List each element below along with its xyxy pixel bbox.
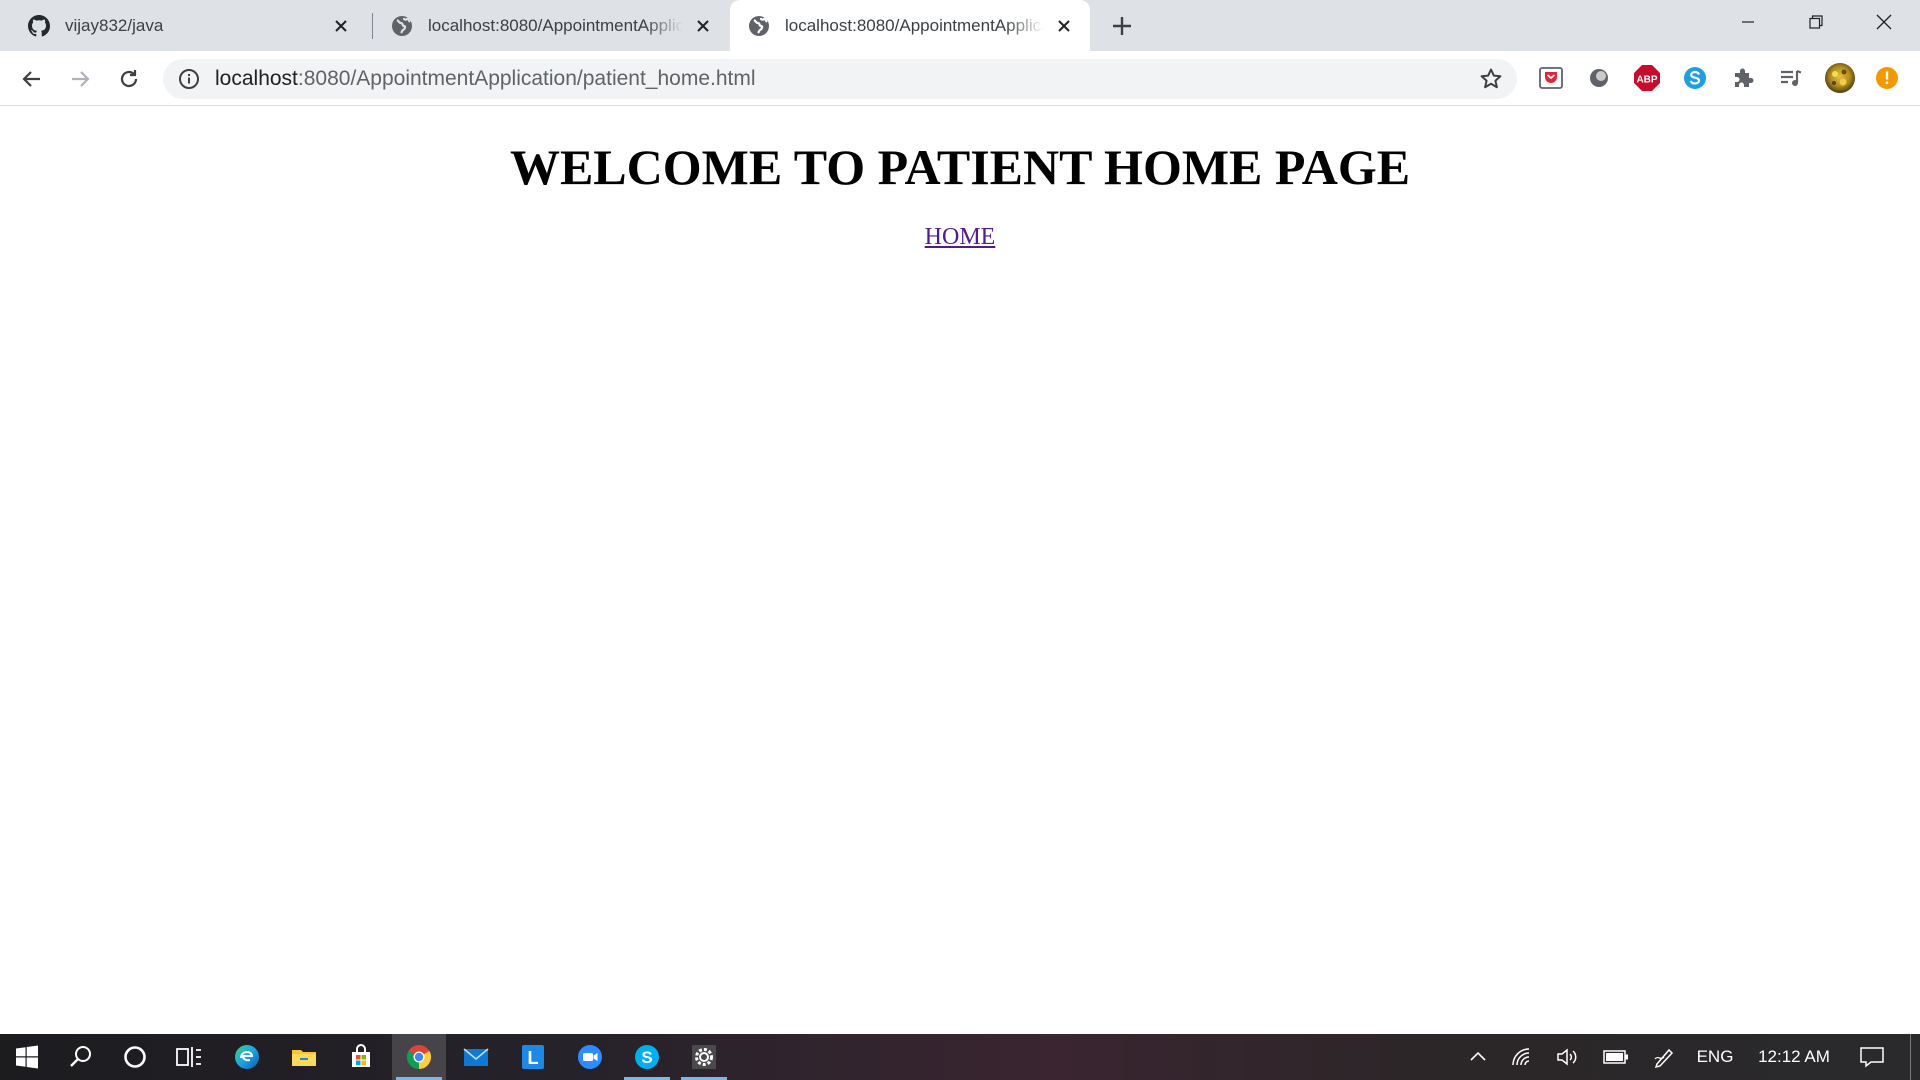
action-center-button[interactable] xyxy=(1852,1034,1892,1080)
tab-doctor-home[interactable]: localhost:8080/AppointmentApplication/do… xyxy=(373,0,729,51)
puzzle-icon[interactable] xyxy=(1729,64,1757,92)
close-icon xyxy=(1876,14,1892,30)
restore-icon xyxy=(1809,15,1823,29)
settings-button[interactable] xyxy=(677,1034,731,1080)
file-explorer-button[interactable] xyxy=(277,1034,331,1080)
globe-icon xyxy=(391,15,413,37)
task-view-icon xyxy=(176,1047,201,1067)
wifi-icon xyxy=(1512,1048,1530,1066)
adblock-label: ABP xyxy=(1636,75,1657,86)
zoom-icon xyxy=(578,1045,602,1069)
github-icon xyxy=(28,14,50,37)
settings-gear-icon xyxy=(692,1045,716,1069)
url-path: :8080/AppointmentApplication/patient_hom… xyxy=(297,67,756,90)
chrome-icon xyxy=(406,1045,432,1069)
cortana-icon xyxy=(124,1046,146,1068)
battery-button[interactable] xyxy=(1598,1034,1634,1080)
reload-icon xyxy=(120,70,138,88)
file-explorer-icon xyxy=(292,1050,316,1066)
show-desktop-button[interactable] xyxy=(1910,1034,1920,1080)
home-link[interactable]: HOME xyxy=(925,224,996,250)
media-queue-icon[interactable] xyxy=(1777,64,1805,92)
volume-button[interactable] xyxy=(1550,1034,1586,1080)
skype-icon[interactable] xyxy=(1681,64,1709,92)
address-bar[interactable]: localhost:8080/AppointmentApplication/pa… xyxy=(163,59,1517,99)
store-button[interactable] xyxy=(334,1034,388,1080)
minimize-button[interactable] xyxy=(1714,0,1782,44)
store-icon xyxy=(352,1044,370,1067)
mail-icon xyxy=(463,1048,489,1066)
forward-button[interactable] xyxy=(63,62,97,96)
pen-icon xyxy=(1654,1048,1674,1069)
back-button[interactable] xyxy=(15,62,49,96)
tab-patient-home[interactable]: localhost:8080/AppointmentApplication/pa… xyxy=(730,0,1090,51)
task-view-button[interactable] xyxy=(162,1034,216,1080)
search-icon xyxy=(70,1046,91,1067)
notification-icon xyxy=(1860,1047,1884,1068)
edge-button[interactable] xyxy=(220,1034,274,1080)
mail-button[interactable] xyxy=(449,1034,503,1080)
bookmark-star-icon[interactable] xyxy=(1479,67,1503,91)
search-button[interactable] xyxy=(54,1034,108,1080)
tab-title: localhost:8080/AppointmentApplication/pa… xyxy=(785,15,1044,35)
close-icon[interactable] xyxy=(693,16,713,36)
pocket-icon[interactable] xyxy=(1537,64,1565,92)
skype-icon: S xyxy=(635,1045,659,1069)
home-link-container: HOME xyxy=(0,224,1920,251)
clock[interactable]: 12:12 AM xyxy=(1746,1034,1842,1080)
l-app-label: L xyxy=(528,1048,539,1068)
adblock-icon[interactable]: ABP xyxy=(1633,64,1661,92)
circle-extension-icon[interactable] xyxy=(1585,64,1613,92)
close-icon[interactable] xyxy=(1054,16,1074,36)
reload-button[interactable] xyxy=(112,62,146,96)
start-button[interactable] xyxy=(0,1034,54,1080)
info-icon[interactable] xyxy=(177,67,201,91)
minimize-icon xyxy=(1742,21,1754,23)
globe-icon xyxy=(748,15,770,37)
l-app-button[interactable]: L xyxy=(506,1034,560,1080)
url-host: localhost xyxy=(215,67,298,90)
tab-title: vijay832/java xyxy=(65,15,164,35)
chrome-button[interactable] xyxy=(392,1034,446,1080)
url-text[interactable]: localhost:8080/AppointmentApplication/pa… xyxy=(215,67,756,91)
close-window-button[interactable] xyxy=(1850,0,1918,44)
update-alert-icon[interactable] xyxy=(1873,64,1901,92)
show-hidden-icons-button[interactable] xyxy=(1460,1034,1496,1080)
page-title: WELCOME TO PATIENT HOME PAGE xyxy=(509,139,1411,195)
skype-label: S xyxy=(641,1048,652,1067)
edge-icon xyxy=(235,1045,259,1069)
restore-button[interactable] xyxy=(1782,0,1850,44)
zoom-button[interactable] xyxy=(563,1034,617,1080)
pen-workspace-button[interactable] xyxy=(1646,1034,1682,1080)
volume-icon xyxy=(1557,1048,1577,1066)
close-icon[interactable] xyxy=(331,16,351,36)
avatar[interactable] xyxy=(1823,61,1857,95)
start-icon xyxy=(16,1045,38,1069)
arrow-left-icon xyxy=(22,71,40,87)
plus-icon xyxy=(1113,17,1131,35)
arrow-right-icon xyxy=(72,71,90,87)
page-content: WELCOME TO PATIENT HOME PAGE HOME xyxy=(0,106,1920,1034)
cortana-button[interactable] xyxy=(108,1034,162,1080)
new-tab-button[interactable] xyxy=(1108,12,1136,40)
battery-icon xyxy=(1603,1050,1628,1064)
chevron-up-icon xyxy=(1470,1051,1486,1061)
l-app-icon: L xyxy=(522,1045,544,1069)
tab-title: localhost:8080/AppointmentApplication/do… xyxy=(428,15,683,35)
language-indicator[interactable]: ENG xyxy=(1690,1034,1740,1080)
tab-github[interactable]: vijay832/java xyxy=(0,0,367,51)
network-button[interactable] xyxy=(1504,1034,1540,1080)
skype-taskbar-button[interactable]: S xyxy=(620,1034,674,1080)
